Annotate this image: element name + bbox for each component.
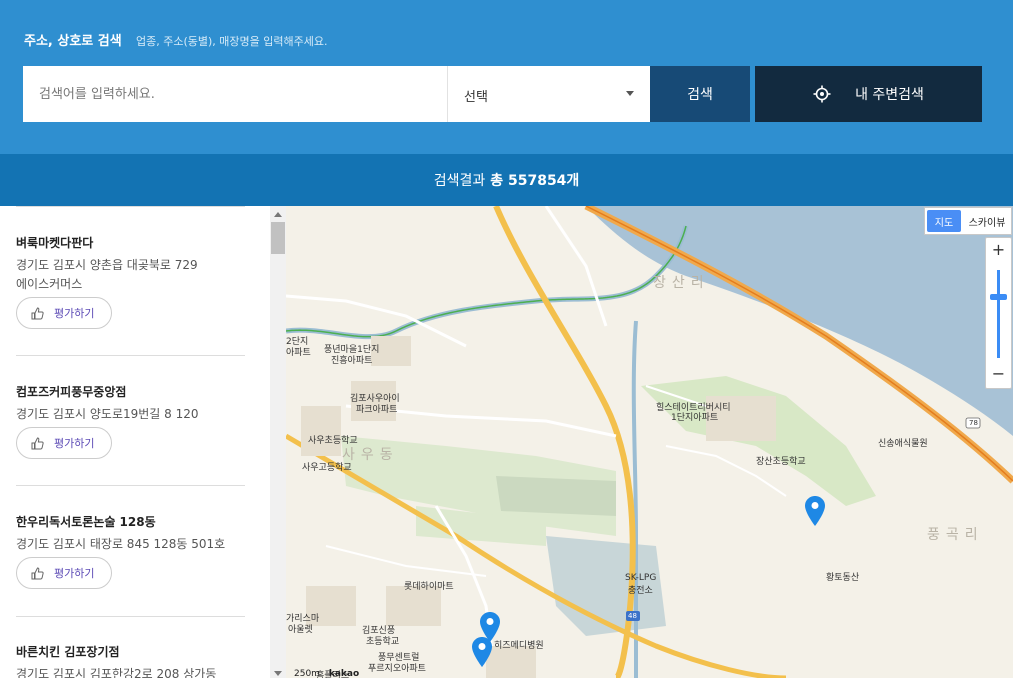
list-divider [16, 206, 245, 207]
map-place-label[interactable]: 아울렛 [288, 622, 313, 635]
map-type-skyview-button[interactable]: 스카이뷰 [965, 210, 1009, 232]
scroll-down-arrow-icon[interactable] [274, 671, 282, 676]
map-place-label[interactable]: 신송애식물원 [878, 436, 928, 449]
store-name[interactable]: 바른치킨 김포장기점 [16, 643, 245, 660]
map-place-label[interactable]: 초등학교 [366, 634, 399, 647]
nearby-search-label: 내 주변검색 [855, 87, 924, 103]
map-place-label[interactable]: 충전소 [628, 583, 653, 596]
map-place-label[interactable]: 파크아파트 [356, 402, 397, 415]
list-item[interactable]: 벼룩마켓다판다 경기도 김포시 양촌읍 대곶북로 729 에이스커머스 [16, 234, 245, 294]
search-hint: 업종, 주소(동별), 매장명을 입력해주세요. [136, 35, 328, 48]
rate-button[interactable]: 평가하기 [16, 427, 112, 459]
list-item[interactable]: 바른치킨 김포장기점 경기도 김포시 김포한강2로 208 상가동 [16, 643, 245, 678]
route-number-label: 48 [628, 612, 637, 620]
scroll-up-arrow-icon[interactable] [274, 212, 282, 217]
chevron-down-icon [626, 91, 634, 96]
rate-label: 평가하기 [54, 437, 95, 450]
store-address-detail: 에이스커머스 [16, 277, 83, 291]
list-item[interactable]: 컴포즈커피풍무중앙점 경기도 김포시 양도로19번길 8 120 [16, 383, 245, 424]
store-address: 경기도 김포시 김포한강2로 208 상가동 [16, 667, 217, 678]
map-place-label[interactable]: 롯데하이마트 [404, 579, 454, 592]
store-address: 경기도 김포시 태장로 845 128동 501호 [16, 537, 226, 551]
result-count-bar: 검색결과 총 557854개 [0, 154, 1013, 206]
list-divider [16, 355, 245, 356]
rate-label: 평가하기 [54, 307, 95, 320]
map-type-map-button[interactable]: 지도 [927, 210, 961, 232]
store-name[interactable]: 컴포즈커피풍무중앙점 [16, 383, 245, 400]
map-place-label[interactable]: 푸르지오아파트 [368, 661, 426, 674]
map-place-label[interactable]: 진흥아파트 [331, 353, 372, 366]
store-name[interactable]: 벼룩마켓다판다 [16, 234, 245, 251]
map-place-label[interactable]: 황토동산 [826, 570, 859, 583]
thumbs-up-icon [31, 566, 44, 580]
list-divider [16, 485, 245, 486]
zoom-control: + − [985, 237, 1012, 389]
zoom-out-button[interactable]: − [986, 364, 1011, 388]
category-select[interactable]: 선택 [447, 66, 650, 122]
zoom-in-button[interactable]: + [986, 240, 1011, 264]
map-view[interactable]: 풍년마을1단지 진흥아파트 김포사우아이 파크아파트 사우초등학교 사우고등학교… [286, 206, 1013, 678]
map-place-label[interactable]: 1단지아파트 [671, 410, 718, 423]
rate-button[interactable]: 평가하기 [16, 297, 112, 329]
zoom-slider-handle[interactable] [990, 294, 1007, 300]
map-place-label[interactable]: 아파트 [286, 345, 311, 358]
route-number-label: 78 [969, 419, 978, 427]
map-type-control: 지도 스카이뷰 [924, 207, 1012, 235]
scrollbar-thumb[interactable] [271, 222, 285, 254]
map-marker-pin-icon[interactable] [805, 496, 825, 526]
nearby-search-button[interactable]: 내 주변검색 [755, 66, 982, 122]
list-divider [16, 616, 245, 617]
thumbs-up-icon [31, 436, 44, 450]
store-name[interactable]: 한우리독서토론논술 128동 [16, 513, 245, 530]
store-address: 경기도 김포시 양촌읍 대곶북로 729 [16, 258, 198, 272]
location-target-icon [813, 85, 831, 103]
rate-button[interactable]: 평가하기 [16, 557, 112, 589]
map-place-label[interactable]: 히즈메디병원 [494, 638, 544, 651]
category-select-value: 선택 [464, 90, 488, 105]
map-area-label: 사우동 [342, 447, 399, 463]
map-area-label: 풍곡리 [927, 527, 984, 543]
search-header: 주소, 상호로 검색 업종, 주소(동별), 매장명을 입력해주세요. 선택 검… [0, 0, 1013, 154]
zoom-slider-track[interactable] [997, 270, 1000, 358]
thumbs-up-icon [31, 306, 44, 320]
map-area-label: 장산리 [653, 275, 710, 291]
result-prefix: 검색결과 [433, 173, 486, 189]
list-scrollbar[interactable] [270, 206, 286, 678]
map-place-label[interactable]: SK-LPG [625, 573, 656, 583]
store-address: 경기도 김포시 양도로19번길 8 120 [16, 407, 199, 421]
search-button[interactable]: 검색 [650, 66, 750, 122]
result-count: 총 557854개 [490, 173, 580, 189]
list-item[interactable]: 한우리독서토론논술 128동 경기도 김포시 태장로 845 128동 501호 [16, 513, 245, 554]
map-place-label[interactable]: 장산초등학교 [756, 454, 806, 467]
map-marker-pin-icon[interactable] [472, 637, 492, 667]
search-input[interactable] [23, 66, 447, 122]
rate-label: 평가하기 [54, 567, 95, 580]
search-title: 주소, 상호로 검색 [24, 34, 122, 49]
result-list: 벼룩마켓다판다 경기도 김포시 양촌읍 대곶북로 729 에이스커머스 평가하기… [0, 206, 272, 678]
